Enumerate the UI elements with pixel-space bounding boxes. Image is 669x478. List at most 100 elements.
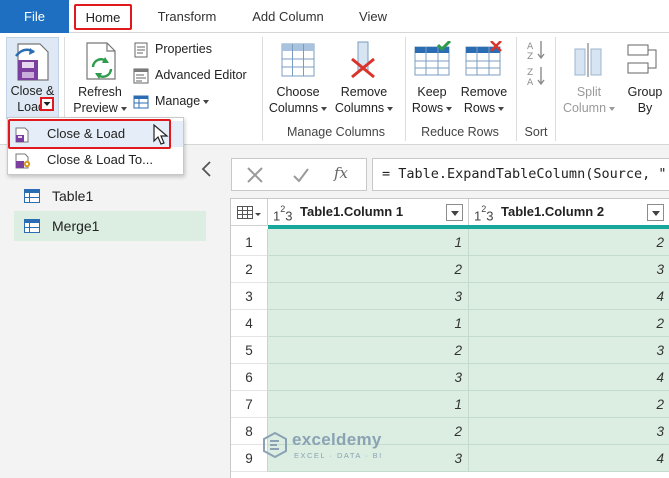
table-cell[interactable]: 1 [268,310,469,337]
table-menu-icon [237,206,261,219]
refresh-preview-button[interactable]: Preview [70,100,130,116]
table-cell[interactable]: 1 [268,229,469,256]
choose-columns-button[interactable]: Columns [266,100,330,116]
svg-text:A: A [527,42,534,52]
table-cell[interactable]: 3 [268,364,469,391]
exceldemy-watermark: exceldemy EXCEL · DATA · BI [262,430,412,466]
table-row: 4 1 2 [231,310,669,337]
filter-dropdown-button[interactable] [647,204,664,221]
row-number[interactable]: 6 [231,364,268,391]
close-and-load-icon [15,43,49,81]
table-row: 5 2 3 [231,337,669,364]
formula-input[interactable]: = Table.ExpandTableColumn(Source, " [372,158,669,191]
svg-text:A: A [527,78,534,87]
split-column-label-line1: Split [576,85,602,99]
table-cell[interactable]: 2 [268,337,469,364]
remove-columns-label-line1: Remove [340,85,388,99]
keep-rows-label-line1: Keep [417,85,447,99]
refresh-preview-icon [86,42,116,80]
row-number[interactable]: 2 [231,256,268,283]
queries-pane: Table1 Merge1 [0,146,220,478]
table-cell[interactable]: 4 [469,283,669,310]
row-number[interactable]: 7 [231,391,268,418]
row-number[interactable]: 1 [231,229,268,256]
table-cell[interactable]: 1 [268,391,469,418]
row-number[interactable]: 4 [231,310,268,337]
chevron-down-icon [387,106,394,111]
chevron-down-icon [321,106,328,111]
table-row: 7 1 2 [231,391,669,418]
group-by-icon [627,44,657,74]
manage-label: Manage [155,91,210,111]
chevron-down-icon [43,102,51,106]
query-label: Merge1 [52,218,100,234]
query-item-table1[interactable]: Table1 [14,181,206,211]
tab-home[interactable]: Home [74,4,132,30]
remove-rows-icon [465,41,502,76]
table-cell[interactable]: 3 [268,283,469,310]
query-label: Table1 [52,188,94,204]
menu-item-close-and-load-to[interactable]: Close & Load To... [8,147,183,173]
table-cell[interactable]: 2 [268,256,469,283]
checkmark-icon[interactable] [292,166,310,184]
split-column-label-line2: Column [562,101,607,115]
table-cell[interactable]: 4 [469,445,669,472]
group-separator [516,37,517,141]
row-number[interactable]: 3 [231,283,268,310]
table-cell[interactable]: 4 [469,364,669,391]
filter-dropdown-button[interactable] [446,204,463,221]
table-icon [24,219,40,233]
tab-add-column[interactable]: Add Column [240,0,336,33]
sort-descending-icon[interactable]: Z A [526,65,548,87]
ribbon-tab-bar: File Home Transform Add Column View [0,0,669,33]
tab-transform[interactable]: Transform [146,0,228,33]
table-icon [24,189,40,203]
sort-ascending-icon[interactable]: A Z [526,39,548,61]
remove-columns-label-line2: Columns [334,101,385,115]
chevron-left-icon[interactable] [200,160,214,178]
grid-corner-menu[interactable] [231,199,268,226]
manage-button[interactable]: Manage [133,91,223,111]
row-number[interactable]: 5 [231,337,268,364]
column-header-label: Table1.Column 1 [300,204,404,219]
watermark-name: exceldemy [292,430,382,449]
advanced-editor-label: Advanced Editor [155,68,247,82]
remove-rows-button[interactable]: Rows [455,100,513,116]
close-and-load-dropdown-arrow[interactable] [40,97,54,111]
group-separator [555,37,556,141]
svg-text:Z: Z [527,52,533,61]
chevron-down-icon [498,106,505,111]
remove-rows-label-line1: Remove [460,85,508,99]
watermark-tagline: EXCEL · DATA · BI [294,451,383,460]
close-and-load-small-icon [15,127,29,143]
group-by-button[interactable]: By [622,100,668,116]
menu-item-label: Close & Load To... [47,152,153,167]
properties-icon [134,42,148,58]
table-cell[interactable]: 3 [469,256,669,283]
table-cell[interactable]: 3 [469,337,669,364]
keep-rows-button[interactable]: Rows [404,100,460,116]
table-cell[interactable]: 2 [469,310,669,337]
query-item-merge1[interactable]: Merge1 [14,211,206,241]
table-cell[interactable]: 2 [469,229,669,256]
advanced-editor-button[interactable]: Advanced Editor [133,65,258,85]
exceldemy-logo-icon [263,432,287,458]
tab-view[interactable]: View [349,0,397,33]
tab-file[interactable]: File [0,0,69,33]
column-header-1[interactable]: 123 Table1.Column 1 [268,199,469,226]
group-label-manage-columns: Manage Columns [287,125,385,139]
cancel-icon[interactable] [246,166,264,184]
chevron-down-icon [446,106,453,111]
column-header-label: Table1.Column 2 [501,204,605,219]
properties-label: Properties [155,42,212,56]
fx-icon[interactable]: fx [334,164,348,182]
remove-columns-button[interactable]: Columns [332,100,396,116]
split-column-button[interactable]: Column [560,100,618,116]
column-header-2[interactable]: 123 Table1.Column 2 [469,199,669,226]
table-cell[interactable]: 2 [469,391,669,418]
table-cell[interactable]: 3 [469,418,669,445]
keep-rows-icon [414,41,452,76]
manage-table-icon [133,95,149,109]
refresh-preview-label-line1: Refresh [78,85,122,99]
properties-button[interactable]: Properties [133,39,253,59]
